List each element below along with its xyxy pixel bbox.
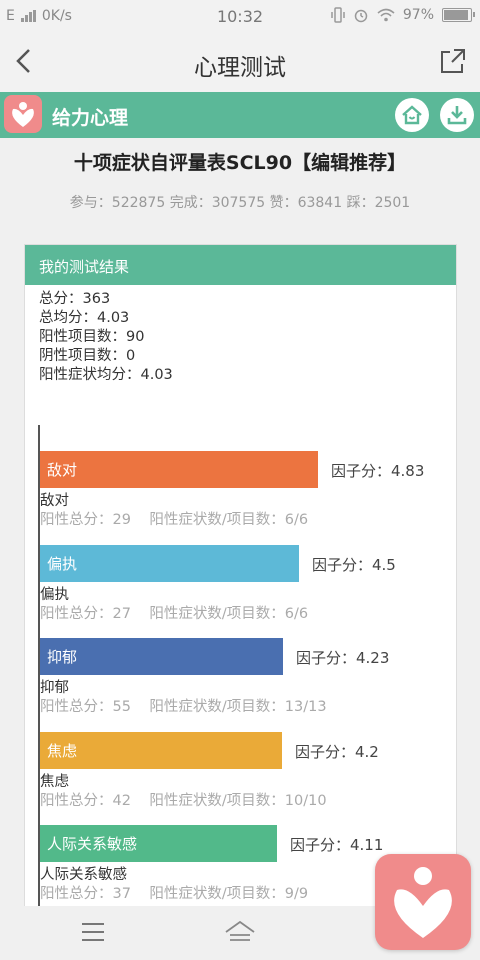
factor-row: 偏执 因子分：4.5 偏执 阳性总分：27 阳性症状数/项目数：6/6	[39, 544, 449, 625]
result-header: 我的测试结果	[25, 245, 456, 285]
battery-icon	[442, 8, 475, 22]
factor-bar[interactable]: 人际关系敏感	[40, 825, 277, 862]
factor-row: 敌对 因子分：4.83 敌对 阳性总分：29 阳性症状数/项目数：6/6	[39, 451, 449, 531]
result-summary: 总分：363 总均分：4.03 阳性项目数：90 阴性项目数：0 阳性症状均分：…	[25, 285, 456, 390]
brand-logo-icon[interactable]	[4, 95, 42, 133]
factor-detail: 阳性总分：29 阳性症状数/项目数：6/6	[40, 512, 309, 528]
factor-detail: 阳性总分：55 阳性症状数/项目数：13/13	[40, 699, 327, 715]
summary-average: 总均分：4.03	[39, 310, 130, 326]
menu-icon[interactable]	[82, 923, 104, 947]
factor-score: 因子分：4.83	[331, 462, 425, 480]
status-right: 97%	[331, 7, 475, 23]
floating-logo-icon[interactable]	[375, 854, 471, 950]
factor-score: 因子分：4.23	[296, 649, 390, 667]
factor-name: 偏执	[40, 586, 69, 603]
factor-score: 因子分：4.5	[312, 555, 396, 574]
download-icon	[447, 106, 467, 125]
summary-positive-count: 阳性项目数：90	[39, 329, 145, 345]
factor-bar[interactable]: 焦虑	[40, 731, 282, 769]
factor-name: 抑郁	[40, 680, 69, 696]
test-title: 十项症状自评量表SCL90【编辑推荐】	[73, 152, 407, 174]
summary-negative-count: 阴性项目数：0	[39, 348, 136, 364]
factor-score: 因子分：4.11	[290, 836, 384, 854]
vibrate-icon	[331, 7, 345, 23]
factor-score: 因子分：4.2	[295, 742, 379, 761]
nav-bar: 心理测试	[0, 34, 480, 92]
factor-row: 抑郁 因子分：4.23 抑郁 阳性总分：55 阳性症状数/项目数：13/13	[39, 638, 449, 718]
share-icon[interactable]	[440, 48, 466, 74]
alarm-icon	[354, 9, 368, 23]
home-icon	[402, 105, 422, 125]
factor-row: 焦虑 因子分：4.2 焦虑 阳性总分：42 阳性症状数/项目数：10/10	[39, 731, 449, 812]
factor-name: 人际关系敏感	[40, 867, 127, 883]
factor-detail: 阳性总分：42 阳性症状数/项目数：10/10	[40, 792, 327, 809]
factor-name: 焦虑	[40, 773, 69, 790]
summary-positive-average: 阳性症状均分：4.03	[39, 367, 173, 383]
factor-bar[interactable]: 偏执	[40, 544, 299, 582]
page-title: 心理测试	[194, 55, 286, 81]
factor-name: 敌对	[40, 493, 69, 509]
brand-bar: 给力心理	[0, 92, 480, 138]
brand-name: 给力心理	[52, 107, 129, 129]
wifi-icon	[377, 8, 395, 22]
battery-percent: 97%	[402, 7, 434, 23]
result-card: 我的测试结果 总分：363 总均分：4.03 阳性项目数：90 阴性项目数：0 …	[24, 244, 457, 925]
factor-detail: 阳性总分：27 阳性症状数/项目数：6/6	[40, 605, 309, 622]
test-stats: 参与：522875 完成：307575 赞：63841 踩：2501	[69, 195, 411, 211]
home-button[interactable]	[395, 98, 429, 132]
download-button[interactable]	[440, 98, 474, 132]
factor-bar[interactable]: 敌对	[40, 451, 318, 488]
status-bar: E 0K/s 10:32 97%	[0, 0, 480, 34]
factor-bar[interactable]: 抑郁	[40, 638, 283, 675]
factor-detail: 阳性总分：37 阳性症状数/项目数：9/9	[40, 886, 309, 902]
system-home-icon[interactable]	[224, 920, 256, 942]
summary-total: 总分：363	[39, 291, 111, 307]
